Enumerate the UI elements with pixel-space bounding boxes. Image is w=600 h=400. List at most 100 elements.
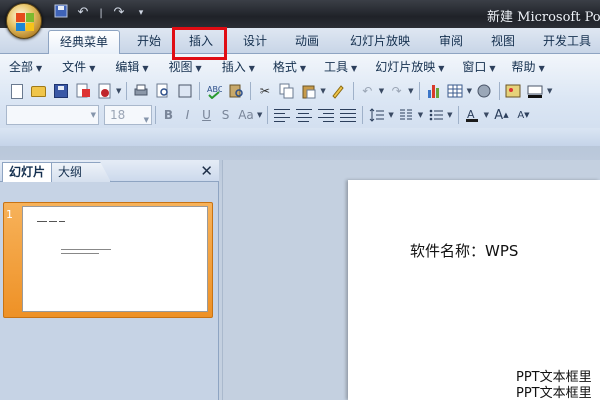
change-case-button[interactable]: Aa — [235, 106, 257, 125]
underline-button[interactable]: U — [197, 106, 216, 125]
undo-icon[interactable]: ↶ — [74, 4, 92, 22]
chevron-down-icon: ▼ — [90, 111, 96, 119]
chevron-down-icon[interactable]: ▼ — [388, 111, 393, 119]
align-left-icon[interactable] — [271, 105, 292, 126]
tab-slides[interactable]: 幻灯片 — [2, 162, 53, 182]
tab-view[interactable]: 视图 — [480, 30, 526, 54]
align-right-icon[interactable] — [315, 105, 336, 126]
chevron-down-icon[interactable]: ▼ — [484, 111, 489, 119]
font-name-combo[interactable]: ▼ — [6, 105, 99, 125]
permission-icon[interactable] — [72, 81, 93, 102]
thumb-text-line — [59, 221, 65, 222]
research-icon[interactable] — [225, 81, 246, 102]
chevron-down-icon[interactable]: ▼ — [116, 87, 121, 95]
chevron-down-icon[interactable]: ▼ — [379, 87, 384, 95]
insert-chart-icon[interactable] — [423, 81, 444, 102]
tab-developer[interactable]: 开发工具 — [534, 30, 600, 54]
shadow-button[interactable]: S — [216, 106, 235, 125]
chevron-down-icon[interactable]: ▼ — [408, 87, 413, 95]
cut-icon[interactable]: ✂ — [254, 81, 275, 102]
increase-font-icon[interactable]: A ▲ — [491, 105, 512, 126]
customize-qat-icon[interactable]: ▾ — [132, 4, 150, 22]
bullets-icon[interactable] — [425, 105, 446, 126]
font-size-combo[interactable]: 18 ▼ — [104, 105, 152, 125]
paste-icon[interactable] — [298, 81, 319, 102]
ribbon-panel: 全部 ▼ 文件 ▼ 编辑 ▼ 视图 ▼ 插入 ▼ 格式 ▼ 工具 ▼ 幻灯片放映 ▼ 窗口 ▼ 帮… — [0, 54, 600, 146]
justify-icon[interactable] — [337, 105, 358, 126]
chevron-down-icon: ▼ — [299, 64, 307, 73]
toolbar-divider — [126, 82, 128, 100]
new-document-icon[interactable] — [6, 81, 27, 102]
office-button[interactable] — [6, 3, 42, 39]
tab-outline[interactable]: 大纲 — [51, 162, 111, 182]
chevron-down-icon[interactable]: ▼ — [418, 111, 423, 119]
redo-icon[interactable]: ↷ — [386, 81, 407, 102]
menu-label: 幻灯片放映 — [375, 60, 436, 74]
menu-insert[interactable]: 插入 ▼ — [217, 57, 260, 77]
save-icon[interactable] — [52, 4, 70, 22]
toolbar-divider — [457, 106, 459, 124]
line-spacing-icon[interactable] — [366, 105, 387, 126]
insert-table-icon[interactable] — [445, 81, 466, 102]
menu-view[interactable]: 视图 ▼ — [164, 57, 207, 77]
slide-color-icon[interactable] — [525, 81, 546, 102]
formatting-toolbar: ▼ 18 ▼ B I U S Aa ▼ ▼ ▼ ▼ A ▼ A ▲ A ▼ — [6, 104, 535, 126]
columns-icon[interactable] — [396, 105, 417, 126]
ribbon-tab-strip: 经典菜单 开始 插入 设计 动画 幻灯片放映 审阅 视图 开发工具 — [0, 28, 600, 54]
chevron-down-icon: ▼ — [438, 64, 445, 73]
tab-home[interactable]: 开始 — [126, 30, 172, 54]
print-preview-icon[interactable] — [152, 81, 173, 102]
insert-clipart-icon[interactable] — [474, 81, 495, 102]
undo-icon[interactable]: ↶ — [357, 81, 378, 102]
font-color-icon[interactable]: A — [462, 105, 483, 126]
close-icon[interactable]: ✕ — [200, 162, 213, 180]
menu-slideshow[interactable]: 幻灯片放映 ▼ — [370, 57, 449, 77]
slide-title-text[interactable]: 软件名称：WPS — [410, 240, 518, 261]
pdf-icon[interactable] — [94, 81, 115, 102]
chevron-down-icon[interactable]: ▼ — [547, 87, 552, 95]
slide-thumbnail[interactable] — [22, 206, 208, 312]
page-setup-icon[interactable] — [174, 81, 195, 102]
body-line: PPT文本框里 — [516, 370, 592, 385]
slide-canvas[interactable]: 软件名称：WPS PPT文本框里 PPT文本框里 — [348, 180, 600, 400]
insert-picture-icon[interactable] — [503, 81, 524, 102]
menu-all[interactable]: 全部 ▼ — [4, 57, 47, 77]
tab-review[interactable]: 审阅 — [428, 30, 474, 54]
chevron-down-icon: ▼ — [143, 116, 149, 124]
save-icon[interactable] — [50, 81, 71, 102]
menu-edit[interactable]: 编辑 ▼ — [110, 57, 153, 77]
chevron-down-icon[interactable]: ▼ — [467, 87, 472, 95]
redo-icon[interactable]: ↷ — [110, 4, 128, 22]
chevron-down-icon: ▼ — [351, 64, 358, 73]
slide-body-text[interactable]: PPT文本框里 PPT文本框里 — [516, 370, 592, 400]
chevron-down-icon[interactable]: ▼ — [257, 111, 262, 119]
quick-access-toolbar: ↶ | ↷ ▾ — [52, 4, 150, 22]
tab-design[interactable]: 设计 — [232, 30, 278, 54]
decrease-font-icon[interactable]: A ▼ — [513, 105, 534, 126]
menu-help[interactable]: 帮助 ▼ — [507, 57, 550, 77]
toolbar-divider — [418, 82, 420, 100]
italic-button[interactable]: I — [178, 106, 197, 125]
bold-button[interactable]: B — [159, 106, 178, 125]
align-center-icon[interactable] — [293, 105, 314, 126]
copy-icon[interactable] — [276, 81, 297, 102]
menu-file[interactable]: 文件 ▼ — [57, 57, 100, 77]
open-folder-icon[interactable] — [28, 81, 49, 102]
menu-tools[interactable]: 工具 ▼ — [319, 57, 362, 77]
tab-animation[interactable]: 动画 — [284, 30, 330, 54]
menu-window[interactable]: 窗口 ▼ — [457, 57, 500, 77]
classic-menu-bar: 全部 ▼ 文件 ▼ 编辑 ▼ 视图 ▼ 插入 ▼ 格式 ▼ 工具 ▼ 幻灯片放映 ▼ 窗口 ▼ 帮… — [4, 57, 550, 77]
menu-label: 工具 — [324, 60, 349, 74]
spelling-icon[interactable]: ABC — [203, 81, 224, 102]
menu-format[interactable]: 格式 ▼ — [268, 57, 311, 77]
office-logo-icon — [16, 13, 34, 31]
tab-classic-menu[interactable]: 经典菜单 — [48, 30, 120, 54]
tab-slideshow[interactable]: 幻灯片放映 — [340, 30, 420, 54]
toolbar-divider — [352, 82, 354, 100]
chevron-down-icon[interactable]: ▼ — [447, 111, 452, 119]
ribbon-empty-row — [0, 128, 600, 146]
bold-label: B — [163, 107, 174, 122]
print-icon[interactable] — [130, 81, 151, 102]
chevron-down-icon[interactable]: ▼ — [320, 87, 325, 95]
format-painter-icon[interactable] — [328, 81, 349, 102]
